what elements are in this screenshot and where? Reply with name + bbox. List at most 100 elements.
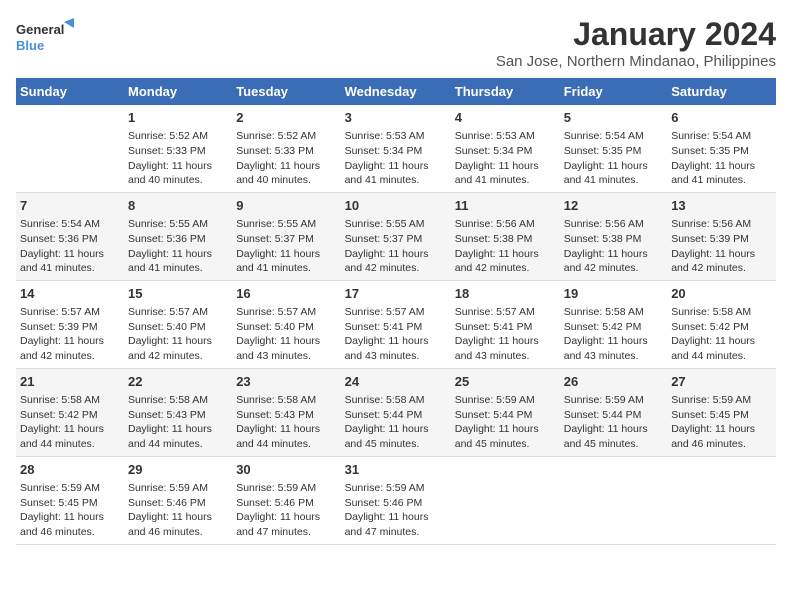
day-number: 23 [236, 373, 336, 391]
month-title: January 2024 [496, 16, 776, 53]
calendar-cell: 9Sunrise: 5:55 AMSunset: 5:37 PMDaylight… [232, 192, 340, 280]
day-info: Sunrise: 5:54 AMSunset: 5:35 PMDaylight:… [671, 129, 772, 188]
page-header: General Blue January 2024 San Jose, Nort… [16, 16, 776, 70]
header-sunday: Sunday [16, 78, 124, 105]
day-info: Sunrise: 5:58 AMSunset: 5:42 PMDaylight:… [20, 393, 120, 452]
day-number: 10 [345, 197, 447, 215]
day-number: 14 [20, 285, 120, 303]
day-info: Sunrise: 5:57 AMSunset: 5:40 PMDaylight:… [236, 305, 336, 364]
day-info: Sunrise: 5:59 AMSunset: 5:44 PMDaylight:… [455, 393, 556, 452]
calendar-cell [451, 456, 560, 544]
calendar-cell: 23 Sunrise: 5:58 AMSunset: 5:43 PMDayligh… [232, 368, 340, 456]
week-row-4: 21 Sunrise: 5:58 AMSunset: 5:42 PMDayligh… [16, 368, 776, 456]
day-number: 27 [671, 373, 772, 391]
day-number: 7 [20, 197, 120, 215]
calendar-cell: 18 Sunrise: 5:57 AMSunset: 5:41 PMDayligh… [451, 280, 560, 368]
day-number: 29 [128, 461, 228, 479]
calendar-cell: 30 Sunrise: 5:59 AMSunset: 5:46 PMDayligh… [232, 456, 340, 544]
day-info: Sunrise: 5:52 AMSunset: 5:33 PMDaylight:… [236, 129, 336, 188]
header-saturday: Saturday [667, 78, 776, 105]
calendar-cell: 21 Sunrise: 5:58 AMSunset: 5:42 PMDayligh… [16, 368, 124, 456]
header-row: SundayMondayTuesdayWednesdayThursdayFrid… [16, 78, 776, 105]
calendar-cell: 16 Sunrise: 5:57 AMSunset: 5:40 PMDayligh… [232, 280, 340, 368]
day-info: Sunrise: 5:56 AMSunset: 5:38 PMDaylight:… [455, 217, 556, 276]
calendar-cell: 11Sunrise: 5:56 AMSunset: 5:38 PMDayligh… [451, 192, 560, 280]
day-number: 20 [671, 285, 772, 303]
day-info: Sunrise: 5:59 AMSunset: 5:44 PMDaylight:… [564, 393, 663, 452]
day-info: Sunrise: 5:57 AMSunset: 5:41 PMDaylight:… [345, 305, 447, 364]
calendar-cell: 14 Sunrise: 5:57 AMSunset: 5:39 PMDayligh… [16, 280, 124, 368]
day-number: 4 [455, 109, 556, 127]
header-tuesday: Tuesday [232, 78, 340, 105]
day-info: Sunrise: 5:53 AMSunset: 5:34 PMDaylight:… [455, 129, 556, 188]
day-info: Sunrise: 5:58 AMSunset: 5:43 PMDaylight:… [128, 393, 228, 452]
day-info: Sunrise: 5:59 AMSunset: 5:46 PMDaylight:… [345, 481, 447, 540]
day-number: 15 [128, 285, 228, 303]
calendar-cell: 28 Sunrise: 5:59 AMSunset: 5:45 PMDayligh… [16, 456, 124, 544]
day-number: 26 [564, 373, 663, 391]
calendar-cell: 4 Sunrise: 5:53 AMSunset: 5:34 PMDaylight… [451, 105, 560, 192]
day-info: Sunrise: 5:59 AMSunset: 5:46 PMDaylight:… [236, 481, 336, 540]
day-info: Sunrise: 5:54 AMSunset: 5:35 PMDaylight:… [564, 129, 663, 188]
day-number: 24 [345, 373, 447, 391]
svg-text:General: General [16, 22, 64, 37]
svg-text:Blue: Blue [16, 38, 44, 53]
day-number: 28 [20, 461, 120, 479]
calendar-cell [667, 456, 776, 544]
day-number: 22 [128, 373, 228, 391]
calendar-cell: 19Sunrise: 5:58 AMSunset: 5:42 PMDayligh… [560, 280, 667, 368]
day-number: 6 [671, 109, 772, 127]
week-row-1: 1Sunrise: 5:52 AMSunset: 5:33 PMDaylight… [16, 105, 776, 192]
calendar-cell: 6 Sunrise: 5:54 AMSunset: 5:35 PMDaylight… [667, 105, 776, 192]
day-info: Sunrise: 5:52 AMSunset: 5:33 PMDaylight:… [128, 129, 228, 188]
calendar-cell: 20Sunrise: 5:58 AMSunset: 5:42 PMDayligh… [667, 280, 776, 368]
day-info: Sunrise: 5:56 AMSunset: 5:39 PMDaylight:… [671, 217, 772, 276]
day-info: Sunrise: 5:57 AMSunset: 5:39 PMDaylight:… [20, 305, 120, 364]
calendar-cell: 8 Sunrise: 5:55 AMSunset: 5:36 PMDaylight… [124, 192, 232, 280]
header-friday: Friday [560, 78, 667, 105]
day-info: Sunrise: 5:58 AMSunset: 5:44 PMDaylight:… [345, 393, 447, 452]
calendar-cell: 24 Sunrise: 5:58 AMSunset: 5:44 PMDayligh… [341, 368, 451, 456]
calendar-cell: 2 Sunrise: 5:52 AMSunset: 5:33 PMDaylight… [232, 105, 340, 192]
day-number: 21 [20, 373, 120, 391]
day-number: 2 [236, 109, 336, 127]
calendar-cell: 27 Sunrise: 5:59 AMSunset: 5:45 PMDayligh… [667, 368, 776, 456]
day-number: 8 [128, 197, 228, 215]
day-info: Sunrise: 5:59 AMSunset: 5:45 PMDaylight:… [20, 481, 120, 540]
calendar-table: SundayMondayTuesdayWednesdayThursdayFrid… [16, 78, 776, 545]
calendar-cell: 31Sunrise: 5:59 AMSunset: 5:46 PMDayligh… [341, 456, 451, 544]
calendar-cell: 10 Sunrise: 5:55 AMSunset: 5:37 PMDayligh… [341, 192, 451, 280]
title-block: January 2024 San Jose, Northern Mindanao… [496, 16, 776, 70]
day-info: Sunrise: 5:54 AMSunset: 5:36 PMDaylight:… [20, 217, 120, 276]
calendar-cell [16, 105, 124, 192]
header-thursday: Thursday [451, 78, 560, 105]
week-row-2: 7 Sunrise: 5:54 AMSunset: 5:36 PMDaylight… [16, 192, 776, 280]
day-number: 9 [236, 197, 336, 215]
day-number: 16 [236, 285, 336, 303]
day-info: Sunrise: 5:55 AMSunset: 5:36 PMDaylight:… [128, 217, 228, 276]
calendar-cell [560, 456, 667, 544]
week-row-5: 28 Sunrise: 5:59 AMSunset: 5:45 PMDayligh… [16, 456, 776, 544]
calendar-cell: 1Sunrise: 5:52 AMSunset: 5:33 PMDaylight… [124, 105, 232, 192]
calendar-cell: 3Sunrise: 5:53 AMSunset: 5:34 PMDaylight… [341, 105, 451, 192]
calendar-cell: 17Sunrise: 5:57 AMSunset: 5:41 PMDayligh… [341, 280, 451, 368]
day-info: Sunrise: 5:57 AMSunset: 5:41 PMDaylight:… [455, 305, 556, 364]
day-info: Sunrise: 5:57 AMSunset: 5:40 PMDaylight:… [128, 305, 228, 364]
day-info: Sunrise: 5:59 AMSunset: 5:46 PMDaylight:… [128, 481, 228, 540]
calendar-cell: 29 Sunrise: 5:59 AMSunset: 5:46 PMDayligh… [124, 456, 232, 544]
calendar-cell: 25Sunrise: 5:59 AMSunset: 5:44 PMDayligh… [451, 368, 560, 456]
calendar-cell: 7 Sunrise: 5:54 AMSunset: 5:36 PMDaylight… [16, 192, 124, 280]
header-wednesday: Wednesday [341, 78, 451, 105]
logo-svg: General Blue [16, 16, 76, 60]
day-number: 19 [564, 285, 663, 303]
day-number: 5 [564, 109, 663, 127]
day-number: 18 [455, 285, 556, 303]
calendar-cell: 26 Sunrise: 5:59 AMSunset: 5:44 PMDayligh… [560, 368, 667, 456]
header-monday: Monday [124, 78, 232, 105]
day-info: Sunrise: 5:58 AMSunset: 5:43 PMDaylight:… [236, 393, 336, 452]
day-number: 30 [236, 461, 336, 479]
day-info: Sunrise: 5:56 AMSunset: 5:38 PMDaylight:… [564, 217, 663, 276]
calendar-cell: 5 Sunrise: 5:54 AMSunset: 5:35 PMDaylight… [560, 105, 667, 192]
day-info: Sunrise: 5:59 AMSunset: 5:45 PMDaylight:… [671, 393, 772, 452]
day-info: Sunrise: 5:55 AMSunset: 5:37 PMDaylight:… [345, 217, 447, 276]
